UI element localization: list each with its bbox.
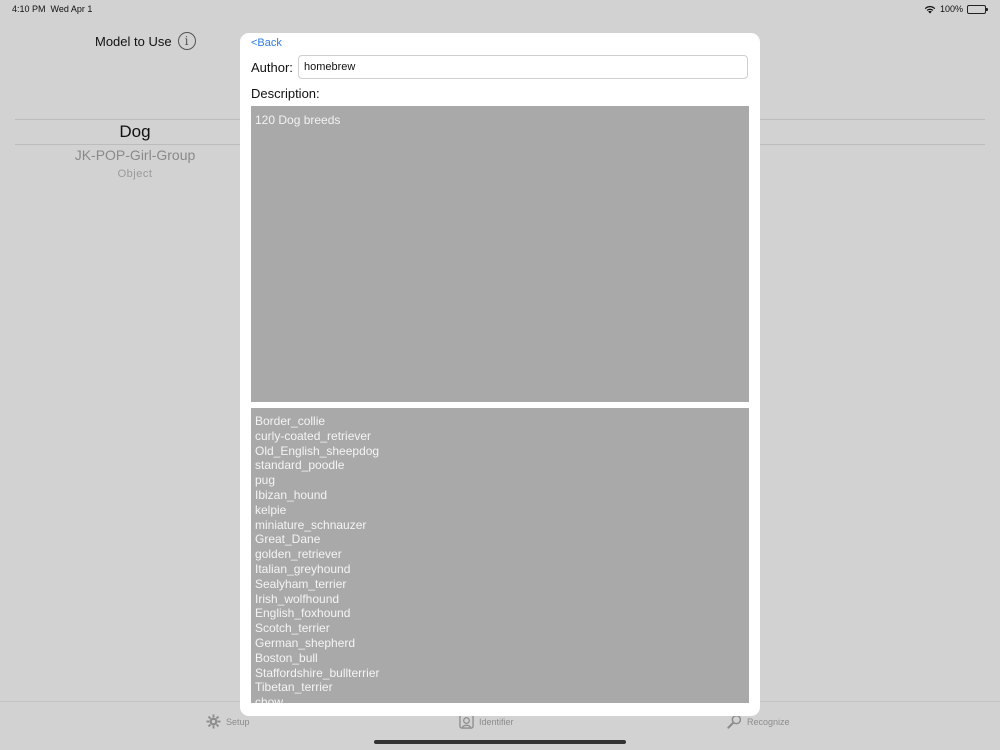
label-item: pug xyxy=(255,473,276,488)
home-indicator xyxy=(374,740,626,744)
picker-selected-item[interactable]: Dog xyxy=(15,122,255,142)
label-item: curly-coated_retriever xyxy=(255,428,372,443)
label-item: Scotch_terrier xyxy=(255,621,330,636)
label-item: Border_collie xyxy=(255,414,326,428)
label-item: Italian_greyhound xyxy=(255,561,351,576)
label-item: Great_Dane xyxy=(255,532,321,547)
labels-list: Border_collie curly-coated_retriever Old_E… xyxy=(255,414,745,703)
model-to-use-row: Model to Use i xyxy=(95,32,196,50)
label-item: chow xyxy=(255,695,284,703)
picker-item[interactable]: JK-POP-Girl-Group xyxy=(15,147,255,163)
tab-recognize-label: Recognize xyxy=(747,716,790,727)
gear-icon xyxy=(206,714,221,729)
label-item: Sealyham_terrier xyxy=(255,576,347,591)
description-text: 120 Dog breeds xyxy=(255,113,341,127)
author-field[interactable] xyxy=(298,55,748,79)
description-text-area[interactable]: 120 Dog breeds xyxy=(251,106,749,402)
label-item: English_foxhound xyxy=(255,606,351,621)
back-button[interactable]: <Back xyxy=(251,37,282,49)
label-item: Old_English_sheepdog xyxy=(255,443,380,458)
label-item: golden_retriever xyxy=(255,547,342,562)
description-label: Description: xyxy=(251,86,320,101)
label-item: standard_poodle xyxy=(255,458,345,473)
recognize-icon xyxy=(727,714,742,729)
label-item: Boston_bull xyxy=(255,650,318,665)
identifier-icon xyxy=(459,714,474,729)
label-item: German_shepherd xyxy=(255,635,356,650)
label-item: Ibizan_hound xyxy=(255,487,328,502)
labels-text-area[interactable]: Border_collie curly-coated_retriever Old_E… xyxy=(251,408,749,703)
tab-identifier[interactable]: Identifier xyxy=(459,714,514,729)
picker-item[interactable]: Object xyxy=(15,168,255,180)
tab-recognize[interactable]: Recognize xyxy=(727,714,790,729)
tab-identifier-label: Identifier xyxy=(479,716,514,727)
model-detail-modal: <Back Author: Description: 120 Dog breed… xyxy=(240,33,760,716)
label-item: miniature_schnauzer xyxy=(255,517,367,532)
model-to-use-label: Model to Use xyxy=(95,33,172,49)
tab-setup[interactable]: Setup xyxy=(206,714,250,729)
author-label: Author: xyxy=(251,60,293,75)
label-item: Staffordshire_bullterrier xyxy=(255,665,380,680)
tab-setup-label: Setup xyxy=(226,716,250,727)
label-item: kelpie xyxy=(255,502,287,517)
label-item: Tibetan_terrier xyxy=(255,680,333,695)
info-icon[interactable]: i xyxy=(177,32,196,50)
label-item: Irish_wolfhound xyxy=(255,591,340,606)
